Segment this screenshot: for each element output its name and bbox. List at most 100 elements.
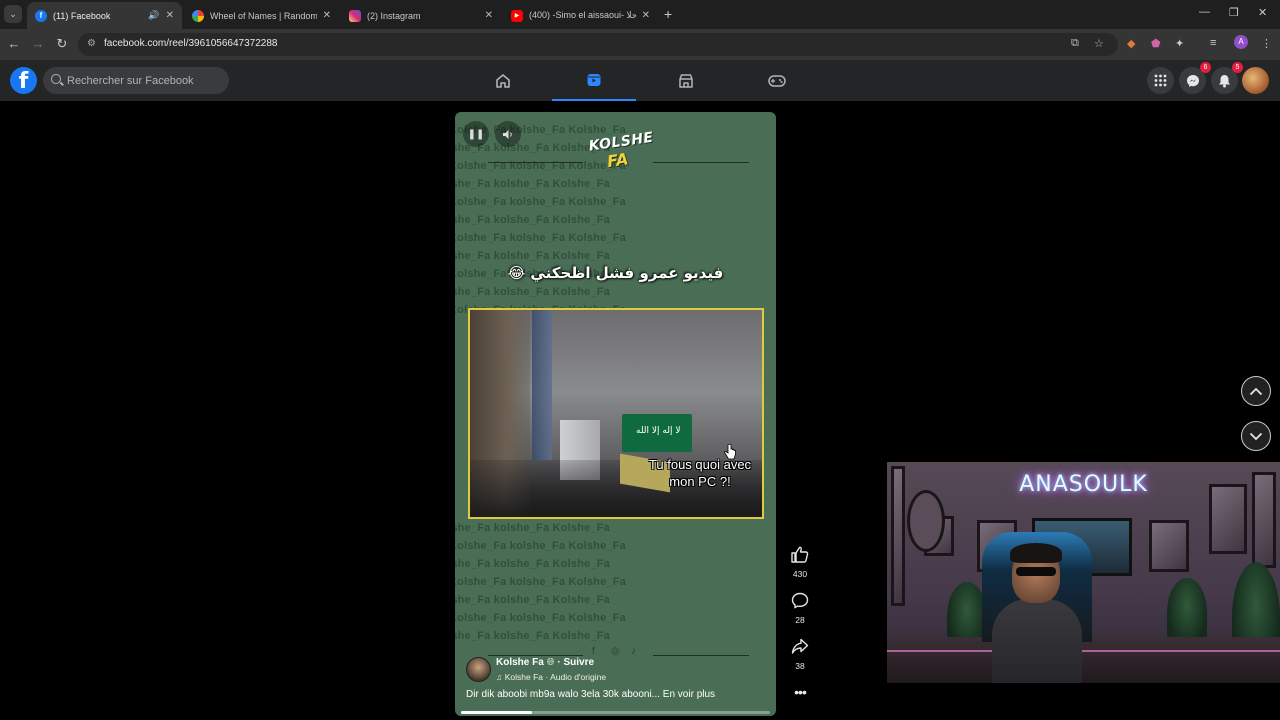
wall-mirror	[907, 490, 945, 552]
home-icon	[496, 73, 510, 88]
streamer-body	[992, 599, 1082, 683]
watermark-row: Kolshe_Fa kolshe_Fa Kolshe_Fa	[455, 540, 626, 552]
gaming-icon	[768, 74, 786, 87]
comments-count: 28	[795, 615, 805, 625]
hand-cursor-icon	[724, 444, 736, 460]
neon-sign: ANASOULK	[1019, 472, 1148, 497]
divider	[653, 655, 749, 656]
reel-overlay-title: فيديو عمرو فشل اظحكني 😂	[507, 264, 724, 282]
messenger-icon	[1186, 74, 1199, 87]
url-text[interactable]: facebook.com/reel/3961056647372288	[104, 38, 277, 49]
tab-instagram[interactable]: (2) Instagram ✕	[341, 2, 501, 29]
tab-wheel-of-names[interactable]: Wheel of Names | Random nam ✕	[184, 2, 339, 29]
install-app-icon[interactable]: ⧉	[1071, 37, 1079, 50]
next-reel-button[interactable]	[1241, 421, 1271, 451]
close-tab-icon[interactable]: ✕	[166, 10, 174, 21]
tab-youtube[interactable]: ▶ (400) -Simo el aissaoui- ناس حلا ✕	[503, 2, 658, 29]
reels-icon	[587, 73, 601, 86]
tab-facebook[interactable]: f (11) Facebook 🔊 ✕	[27, 2, 182, 29]
extension-shield-icon[interactable]: ⬟	[1151, 37, 1161, 50]
flag-script: لا إله إلا الله	[636, 426, 681, 436]
notifications-button[interactable]: 5	[1211, 62, 1243, 94]
restore-icon[interactable]: ❐	[1229, 6, 1239, 19]
close-tab-icon[interactable]: ✕	[485, 10, 493, 21]
follow-link[interactable]: · Suivre	[557, 657, 594, 668]
close-tab-icon[interactable]: ✕	[642, 10, 650, 21]
browser-toolbar: ← → ↻ ⚙ facebook.com/reel/39610566473722…	[0, 29, 1280, 60]
tab-search-button[interactable]: ⌄	[4, 5, 22, 23]
search-icon	[51, 74, 61, 84]
tab-title: (2) Instagram	[367, 10, 421, 21]
back-icon[interactable]: ←	[6, 36, 22, 51]
watermark-row: Kolshe_Fa kolshe_Fa Kolshe_Fa	[455, 594, 610, 606]
facebook-search[interactable]	[43, 67, 229, 94]
menu-kebab-icon[interactable]: ⋮	[1261, 37, 1272, 50]
bell-icon	[1219, 74, 1230, 87]
tab-title: (400) -Simo el aissaoui- ناس حلا	[529, 10, 636, 20]
instagram-small-icon: ◎	[611, 646, 620, 657]
video-flag: لا إله إلا الله	[622, 414, 692, 452]
account-avatar[interactable]	[1242, 67, 1269, 94]
subtitle-line2: mon PC ?!	[669, 474, 731, 489]
previous-reel-button[interactable]	[1241, 376, 1271, 406]
led-strip	[887, 650, 1280, 652]
bookmark-star-icon[interactable]: ☆	[1094, 37, 1104, 50]
share-action[interactable]: 38	[786, 638, 814, 671]
video-frame[interactable]: لا إله إلا الله Tu fous quoi avec mon PC…	[468, 308, 764, 519]
media-controls-icon[interactable]: ≡	[1210, 37, 1216, 49]
nav-reels[interactable]	[552, 60, 636, 101]
speaker-icon[interactable]: 🔊	[148, 10, 159, 21]
browser-tab-strip: ⌄ f (11) Facebook 🔊 ✕ Wheel of Names | R…	[0, 0, 1280, 29]
facebook-logo[interactable]: f	[10, 67, 37, 94]
globe-icon: 🌐︎	[546, 657, 555, 668]
webcam-overlay: ANASOULK	[887, 462, 1280, 683]
reel-video[interactable]: Kolshe_Fa kolshe_Fa Kolshe_Fa Kolshe_Fa k…	[455, 112, 776, 716]
like-action[interactable]: 430	[786, 546, 814, 579]
reel-caption[interactable]: Dir dik aboobi mb9a walo 3ela 30k abooni…	[466, 689, 715, 700]
extensions-puzzle-icon[interactable]: ✦	[1175, 37, 1184, 50]
extension-fox-icon[interactable]: ◆	[1127, 37, 1135, 50]
close-window-icon[interactable]: ✕	[1258, 6, 1267, 19]
wall-art	[1149, 520, 1189, 572]
facebook-header: f 6 5	[0, 60, 1280, 101]
nav-gaming[interactable]	[735, 60, 819, 101]
facebook-favicon-icon: f	[35, 9, 47, 22]
profile-avatar[interactable]: A	[1234, 35, 1248, 49]
mute-button[interactable]	[495, 121, 521, 147]
more-options-icon[interactable]: •••	[786, 684, 814, 700]
sunglasses	[1016, 567, 1056, 576]
watermark-row: Kolshe_Fa kolshe_Fa Kolshe_Fa	[455, 232, 626, 244]
watermark-row: Kolshe_Fa kolshe_Fa Kolshe_Fa	[455, 196, 626, 208]
reload-icon[interactable]: ↻	[54, 36, 70, 52]
pause-button[interactable]: ❚❚	[463, 121, 489, 147]
shares-count: 38	[795, 661, 805, 671]
nav-home[interactable]	[461, 60, 545, 101]
comment-icon	[791, 592, 809, 609]
divider	[488, 162, 583, 163]
minimize-icon[interactable]: —	[1199, 6, 1210, 18]
progress-bar[interactable]	[461, 711, 770, 714]
progress-fill	[461, 711, 533, 714]
close-tab-icon[interactable]: ✕	[323, 10, 331, 21]
nav-marketplace[interactable]	[644, 60, 728, 101]
desk	[887, 637, 1280, 683]
search-input[interactable]	[67, 72, 223, 89]
audio-line[interactable]: ♫ Kolshe Fa · Audio d'origine	[496, 672, 606, 682]
watermark-row: Kolshe_Fa kolshe_Fa Kolshe_Fa	[455, 522, 610, 534]
notifications-badge: 5	[1232, 62, 1243, 73]
messenger-button[interactable]: 6	[1179, 62, 1211, 94]
site-info-icon[interactable]: ⚙	[87, 38, 96, 49]
menu-grid-button[interactable]	[1147, 67, 1174, 94]
video-curtain	[532, 310, 552, 460]
watermark-row: Kolshe_Fa kolshe_Fa Kolshe_Fa	[455, 558, 610, 570]
new-tab-icon[interactable]: +	[664, 6, 672, 22]
facebook-small-icon: f	[592, 646, 595, 657]
forward-icon[interactable]: →	[30, 36, 46, 51]
address-bar[interactable]: ⚙ facebook.com/reel/3961056647372288 ⧉ ☆	[78, 33, 1118, 56]
audio-label[interactable]: Kolshe Fa · Audio d'origine	[505, 672, 606, 682]
watermark-row: Kolshe_Fa kolshe_Fa Kolshe_Fa	[455, 250, 610, 262]
author-name[interactable]: Kolshe Fa	[496, 657, 544, 668]
watermark-row: Kolshe_Fa kolshe_Fa Kolshe_Fa	[455, 214, 610, 226]
comment-action[interactable]: 28	[786, 592, 814, 625]
author-avatar[interactable]	[466, 657, 491, 682]
